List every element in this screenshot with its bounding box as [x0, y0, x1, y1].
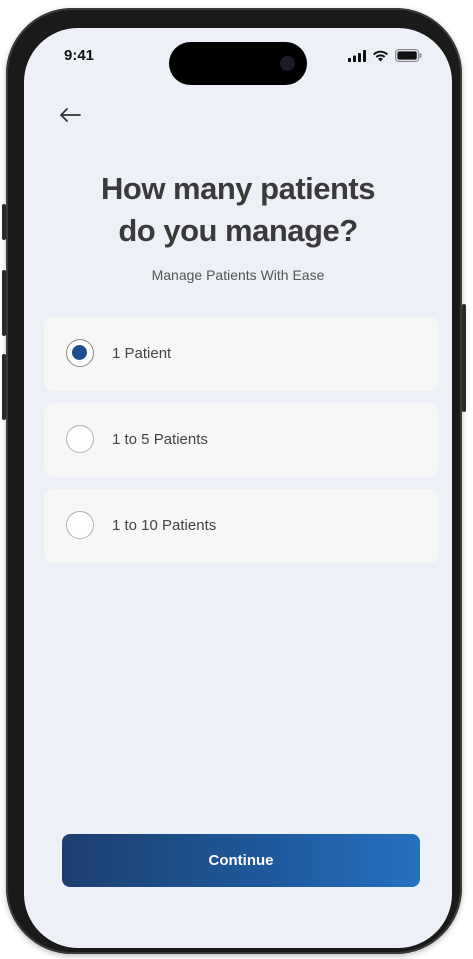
radio-button[interactable] — [66, 425, 94, 453]
app-screen: 9:41 How many patients do you manage? Ma… — [24, 28, 452, 948]
page-title: How many patients do you manage? — [24, 168, 452, 252]
option-label: 1 Patient — [112, 345, 172, 362]
wifi-icon — [373, 50, 388, 61]
cellular-signal-icon — [348, 49, 366, 62]
option-1-to-10-patients[interactable]: 1 to 10 Patients — [44, 489, 439, 563]
option-label: 1 to 10 Patients — [112, 517, 217, 534]
power-button — [462, 304, 466, 412]
action-button — [2, 204, 6, 240]
status-icons — [348, 49, 422, 62]
arrow-left-icon — [60, 108, 81, 122]
radio-selected-dot — [72, 345, 87, 360]
page-title-line-2: do you manage? — [118, 213, 358, 248]
battery-icon — [395, 49, 422, 62]
page-subtitle: Manage Patients With Ease — [151, 267, 325, 283]
phone-frame: 9:41 How many patients do you manage? Ma… — [2, 8, 466, 954]
dynamic-island — [169, 42, 307, 85]
page-title-line-1: How many patients — [101, 171, 376, 206]
volume-up-button — [2, 270, 6, 336]
radio-button-selected[interactable] — [66, 339, 94, 367]
radio-button[interactable] — [66, 511, 94, 539]
option-1-patient[interactable]: 1 Patient — [44, 317, 439, 391]
option-label: 1 to 5 Patients — [112, 431, 208, 448]
status-time: 9:41 — [64, 47, 95, 64]
volume-down-button — [2, 354, 6, 420]
back-button[interactable] — [52, 100, 88, 130]
continue-button[interactable]: Continue — [62, 834, 420, 887]
option-1-to-5-patients[interactable]: 1 to 5 Patients — [44, 403, 439, 477]
camera-icon — [280, 56, 295, 71]
